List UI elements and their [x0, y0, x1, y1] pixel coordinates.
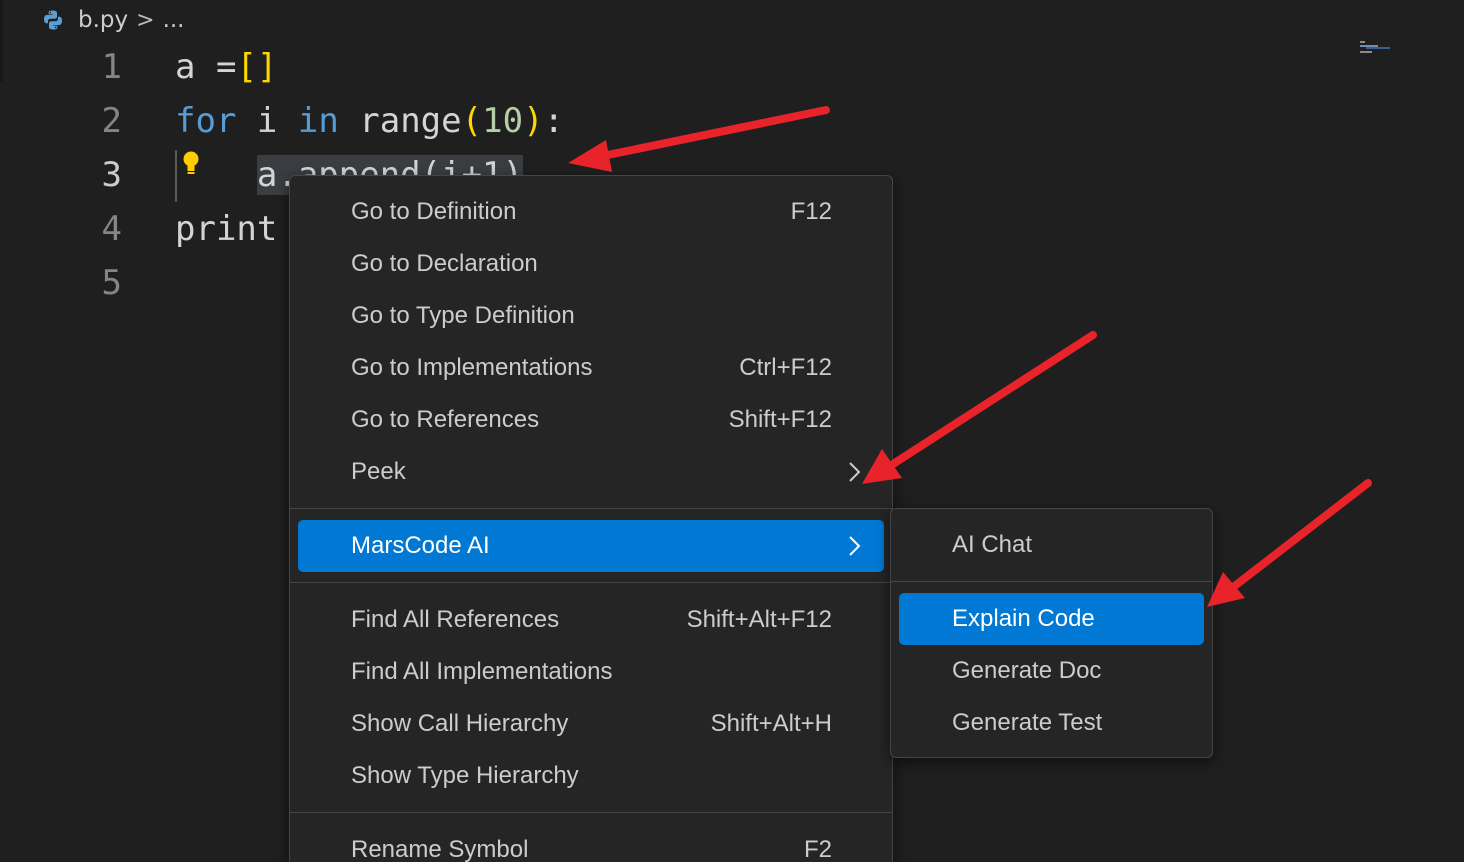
code-token: print: [175, 209, 278, 249]
menu-item-show-call-hierarchy[interactable]: Show Call Hierarchy Shift+Alt+H: [298, 698, 884, 750]
menu-item-label: Go to References: [351, 406, 540, 433]
code-token: for: [175, 101, 237, 141]
code-text[interactable]: print: [175, 202, 277, 256]
menu-item-label: Go to Type Definition: [351, 302, 575, 329]
context-menu: Go to Definition F12 Go to Declaration Go t…: [289, 175, 893, 862]
code-token: in: [297, 101, 339, 141]
menu-item-go-to-type-definition[interactable]: Go to Type Definition: [298, 290, 884, 342]
menu-item-shortcut: Shift+F12: [728, 406, 832, 433]
lightbulb-icon[interactable]: [181, 150, 201, 178]
code-token: a: [175, 47, 216, 87]
menu-item-go-to-implementations[interactable]: Go to Implementations Ctrl+F12: [298, 342, 884, 394]
chevron-right-icon: [849, 462, 861, 482]
menu-item-go-to-references[interactable]: Go to References Shift+F12: [298, 394, 884, 446]
menu-item-go-to-definition[interactable]: Go to Definition F12: [298, 186, 884, 238]
menu-item-label: Generate Doc: [952, 657, 1102, 684]
menu-item-label: Go to Definition: [351, 198, 517, 225]
menu-item-label: MarsCode AI: [351, 532, 490, 559]
breadcrumb-symbol[interactable]: ...: [163, 7, 185, 33]
line-number: 5: [101, 263, 122, 303]
menu-item-ai-chat[interactable]: AI Chat: [899, 519, 1204, 571]
menu-item-shortcut: F12: [790, 198, 832, 225]
code-token: ): [523, 101, 544, 141]
line-number: 1: [101, 47, 122, 87]
code-line[interactable]: 2 for i in range(10):: [0, 94, 1464, 148]
line-number: 4: [101, 209, 122, 249]
menu-item-peek[interactable]: Peek: [298, 446, 884, 498]
menu-item-shortcut: Shift+Alt+H: [710, 710, 832, 737]
menu-item-label: Find All Implementations: [351, 658, 613, 685]
menu-item-find-all-references[interactable]: Find All References Shift+Alt+F12: [298, 594, 884, 646]
menu-divider: [290, 582, 892, 583]
menu-divider: [290, 508, 892, 509]
menu-item-find-all-implementations[interactable]: Find All Implementations: [298, 646, 884, 698]
menu-item-label: Show Call Hierarchy: [351, 710, 569, 737]
python-file-icon: [44, 10, 62, 30]
arrow-to-peek: [862, 331, 1097, 484]
menu-item-show-type-hierarchy[interactable]: Show Type Hierarchy: [298, 750, 884, 802]
code-token: =: [215, 47, 237, 87]
menu-divider: [290, 812, 892, 813]
breadcrumb[interactable]: b.py > ...: [42, 4, 185, 36]
menu-item-rename-symbol[interactable]: Rename Symbol F2: [298, 824, 884, 862]
menu-item-shortcut: Ctrl+F12: [739, 354, 832, 381]
code-token: 10: [482, 101, 524, 141]
menu-item-marscode-ai[interactable]: MarsCode AI: [298, 520, 884, 572]
menu-item-generate-doc[interactable]: Generate Doc: [899, 645, 1204, 697]
menu-item-label: Rename Symbol: [351, 836, 529, 862]
menu-item-label: Go to Implementations: [351, 354, 593, 381]
menu-item-label: Find All References: [351, 606, 560, 633]
menu-item-go-to-declaration[interactable]: Go to Declaration: [298, 238, 884, 290]
breadcrumb-file[interactable]: b.py: [78, 7, 128, 33]
code-token: range: [338, 101, 462, 141]
line-number: 3: [101, 155, 122, 195]
menu-item-shortcut: Shift+Alt+F12: [686, 606, 832, 633]
code-token: []: [236, 47, 278, 87]
menu-item-label: Go to Declaration: [351, 250, 538, 277]
breadcrumb-separator: >: [136, 7, 155, 33]
code-token: :: [543, 101, 565, 141]
code-text[interactable]: a =[]: [175, 40, 277, 94]
menu-item-shortcut: F2: [803, 836, 832, 862]
menu-item-label: Generate Test: [952, 709, 1103, 736]
chevron-right-icon: [849, 536, 861, 556]
menu-item-label: AI Chat: [952, 531, 1033, 558]
menu-item-label: Peek: [351, 458, 406, 485]
code-token: (: [461, 101, 483, 141]
menu-item-label: Show Type Hierarchy: [351, 762, 579, 789]
menu-item-generate-test[interactable]: Generate Test: [899, 697, 1204, 749]
code-text[interactable]: for i in range(10):: [175, 94, 564, 148]
code-line[interactable]: 1 a =[]: [0, 40, 1464, 94]
menu-item-label: Explain Code: [952, 605, 1095, 632]
menu-divider: [891, 581, 1212, 582]
indent-guide: [175, 150, 177, 202]
code-token: i: [236, 101, 298, 141]
menu-item-explain-code[interactable]: Explain Code: [899, 593, 1204, 645]
marscode-submenu: AI Chat Explain Code Generate Doc Generate …: [890, 508, 1213, 758]
editor-window: b.py > ... 1 a =[] 2 for i in range(10): 3 a…: [0, 0, 1464, 862]
arrow-to-explain-code: [1207, 479, 1372, 607]
line-number: 2: [101, 101, 122, 141]
